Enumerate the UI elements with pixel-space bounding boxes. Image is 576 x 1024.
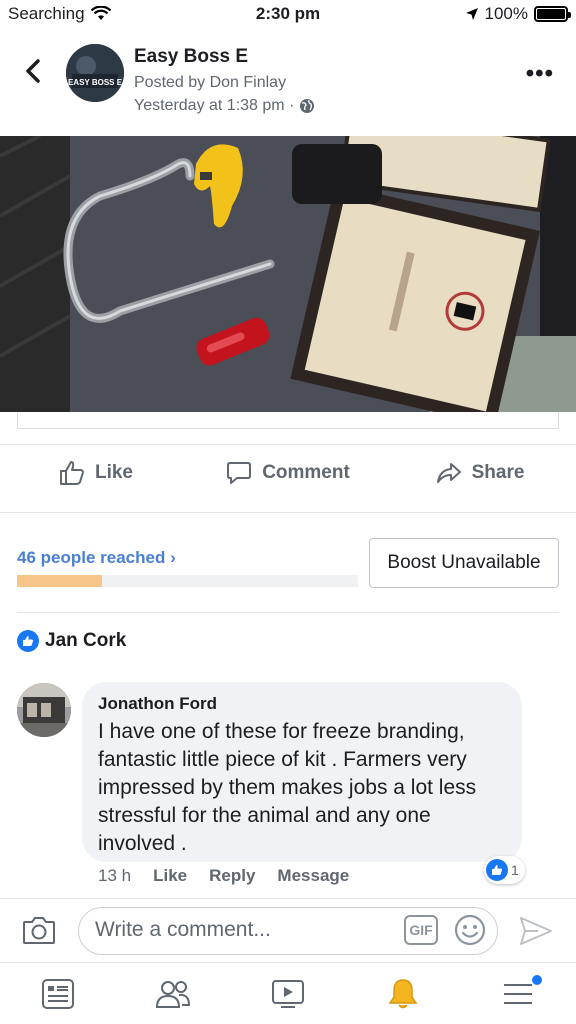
posted-by: Posted by Don Finlay <box>134 74 287 91</box>
comment-bubble-icon <box>227 461 252 484</box>
people-reached-link[interactable]: 46 people reached › <box>17 548 176 568</box>
location-arrow-icon <box>465 8 478 20</box>
bell-icon <box>388 978 418 1008</box>
battery-icon <box>534 6 571 22</box>
bottom-tab-bar <box>0 962 576 1024</box>
page-name[interactable]: Easy Boss E <box>134 46 248 68</box>
watch-video-icon <box>272 979 304 1008</box>
like-label: Like <box>94 461 134 483</box>
camera-icon[interactable] <box>22 915 56 945</box>
comment-author[interactable]: Jonathon Ford <box>98 694 506 714</box>
boost-button[interactable]: Boost Unavailable <box>369 538 559 588</box>
reach-progress-fill <box>17 575 103 587</box>
page-avatar-image: EASY BOSS E <box>66 44 124 102</box>
news-feed-icon <box>41 978 74 1009</box>
like-reaction-icon <box>17 630 39 652</box>
tab-notifications[interactable] <box>346 963 461 1024</box>
tab-friends[interactable] <box>115 963 230 1024</box>
more-options-icon[interactable]: ••• <box>526 60 554 88</box>
reactions-summary[interactable]: Jan Cork <box>17 630 126 652</box>
thumbs-up-icon <box>59 460 84 485</box>
status-bar: Searching 2:30 pm 100% <box>0 0 576 30</box>
tab-news-feed[interactable] <box>0 963 115 1024</box>
link-preview-border <box>17 412 559 429</box>
emoji-icon[interactable] <box>454 914 486 946</box>
post-photo-image <box>0 136 576 412</box>
comment-label: Comment <box>262 461 350 483</box>
comment-message-button[interactable]: Message <box>277 866 349 886</box>
back-chevron-icon[interactable] <box>20 58 46 84</box>
comment-reply-button[interactable]: Reply <box>209 866 255 886</box>
post-action-bar: Like Comment Share <box>0 444 576 500</box>
like-reaction-icon <box>486 859 508 881</box>
share-arrow-icon <box>436 462 461 483</box>
send-icon[interactable] <box>518 915 554 947</box>
page-avatar[interactable]: EASY BOSS E <box>66 44 124 102</box>
share-button[interactable]: Share <box>384 445 576 500</box>
tab-menu[interactable] <box>461 963 576 1024</box>
like-button[interactable]: Like <box>0 445 192 500</box>
divider <box>17 612 559 613</box>
comment-bubble: Jonathon Ford I have one of these for fr… <box>82 682 522 862</box>
notification-dot <box>532 975 543 985</box>
comment-reaction-count: 1 <box>511 862 519 878</box>
comment-like-button[interactable]: Like <box>153 866 187 886</box>
comment-actions: 13 h Like Reply Message <box>98 866 349 886</box>
battery-percent: 100% <box>484 4 528 23</box>
post-header: EASY BOSS E Easy Boss E Posted by Don Fi… <box>0 36 576 132</box>
post-timestamp: Yesterday at 1:38 pm · <box>134 97 315 115</box>
comment-text: I have one of these for freeze branding,… <box>98 720 477 855</box>
people-reached-label: 46 people reached <box>17 548 166 567</box>
divider <box>0 512 576 513</box>
gif-button[interactable]: GIF <box>404 915 438 945</box>
comment-reaction-badge[interactable]: 1 <box>484 856 525 884</box>
commenter-avatar[interactable] <box>17 683 71 737</box>
share-label: Share <box>471 461 525 483</box>
commenter-avatar-image <box>17 683 71 737</box>
comment-button[interactable]: Comment <box>192 445 384 500</box>
timestamp-text[interactable]: Yesterday at 1:38 pm · <box>134 97 294 115</box>
post-photo[interactable] <box>0 136 576 412</box>
chevron-right-icon: › <box>170 548 176 567</box>
globe-icon <box>300 99 315 113</box>
liked-by-name: Jan Cork <box>45 630 127 651</box>
comment-composer: Write a comment... GIF <box>0 898 576 962</box>
comment-time: 13 h <box>98 866 132 885</box>
menu-hamburger-icon <box>504 983 533 1004</box>
svg-text:EASY BOSS E: EASY BOSS E <box>68 78 123 87</box>
tab-watch[interactable] <box>230 963 345 1024</box>
friends-icon <box>155 980 190 1008</box>
reach-progress-bar <box>17 575 358 587</box>
